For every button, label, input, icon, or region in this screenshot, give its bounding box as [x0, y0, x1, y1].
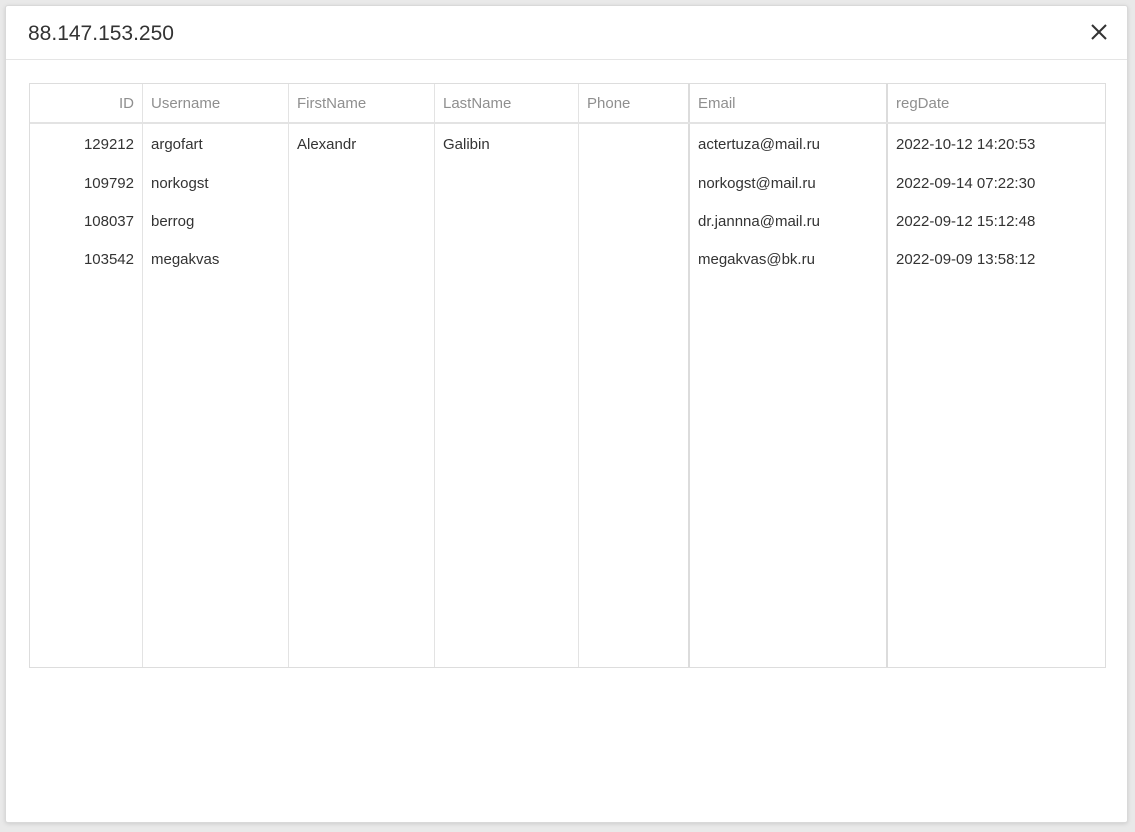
cell-regdate: 2022-09-09 13:58:12 [896, 251, 1036, 268]
column-header-lastname[interactable]: LastName [443, 94, 573, 114]
cell-username: norkogst [151, 175, 209, 192]
cell-phone [587, 250, 682, 270]
cell-username: megakvas [151, 251, 220, 268]
table-row[interactable]: 103542 megakvas megakvas@bk.ru 2022-09-0… [30, 239, 1105, 277]
cell-lastname [443, 212, 573, 232]
cell-lastname [443, 250, 573, 270]
cell-phone [587, 174, 682, 194]
cell-regdate: 2022-09-14 07:22:30 [896, 175, 1036, 192]
cell-regdate: 2022-10-12 14:20:53 [896, 136, 1036, 153]
close-icon [1091, 24, 1107, 40]
cell-firstname [297, 250, 427, 270]
column-header-phone[interactable]: Phone [587, 94, 682, 114]
table-row[interactable]: 108037 berrog dr.jannna@mail.ru 2022-09-… [30, 201, 1105, 239]
cell-username: argofart [151, 136, 203, 153]
cell-email: actertuza@mail.ru [698, 136, 820, 153]
cell-lastname: Galibin [443, 136, 490, 153]
cell-phone [587, 212, 682, 232]
table-header: ID Username FirstName LastName Phone Ema… [30, 84, 1105, 124]
cell-username: berrog [151, 213, 195, 230]
table-row[interactable]: 109792 norkogst norkogst@mail.ru 2022-09… [30, 163, 1105, 201]
cell-firstname [297, 212, 427, 232]
dialog-header: 88.147.153.250 [6, 6, 1127, 60]
close-button[interactable] [1089, 22, 1109, 42]
cell-email: megakvas@bk.ru [698, 251, 815, 268]
cell-lastname [443, 174, 573, 194]
cell-id: 108037 [83, 213, 134, 230]
cell-email: norkogst@mail.ru [698, 175, 816, 192]
cell-regdate: 2022-09-12 15:12:48 [896, 213, 1036, 230]
cell-id: 109792 [83, 175, 134, 192]
cell-firstname [297, 174, 427, 194]
users-table: ID Username FirstName LastName Phone Ema… [29, 83, 1106, 668]
dialog: 88.147.153.250 ID Username FirstName Las… [5, 5, 1128, 823]
cell-email: dr.jannna@mail.ru [698, 213, 820, 230]
column-header-regdate[interactable]: regDate [896, 94, 1096, 114]
column-header-email[interactable]: Email [698, 94, 878, 114]
cell-firstname: Alexandr [297, 136, 357, 153]
cell-id: 103542 [83, 251, 134, 268]
cell-id: 129212 [83, 136, 134, 153]
cell-phone [587, 135, 682, 155]
table-row[interactable]: 129212 argofart Alexandr Galibin actertu… [30, 124, 1105, 162]
column-header-firstname[interactable]: FirstName [297, 94, 427, 114]
column-header-id[interactable]: ID [30, 94, 134, 114]
dialog-title: 88.147.153.250 [28, 22, 174, 45]
column-header-username[interactable]: Username [151, 94, 281, 114]
